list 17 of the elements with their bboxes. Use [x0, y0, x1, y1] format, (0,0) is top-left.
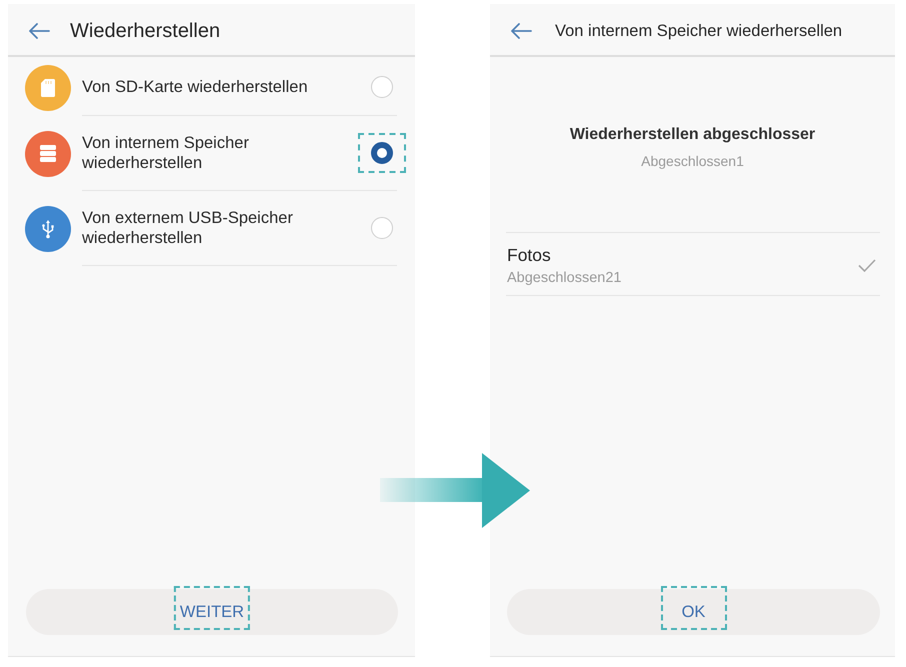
item-title: Fotos	[507, 245, 552, 265]
item-status: Abgeschlossen21	[507, 270, 622, 286]
screen-title: Von internem Speicher wiederhersellen	[555, 22, 842, 40]
option-label: Von internem Speicher wiederherstellen	[82, 133, 250, 173]
screen-title: Wiederherstellen	[70, 20, 220, 42]
right-arrow-icon	[380, 453, 530, 528]
result-title: Wiederherstellen abgeschlosser	[570, 125, 816, 145]
ok-button[interactable]: OK	[507, 589, 880, 635]
option-label: Von externem USB-Speicher wiederherstellen	[82, 208, 294, 248]
next-button[interactable]: WEITER	[26, 589, 398, 635]
option-label: Von SD-Karte wiederherstellen	[82, 77, 308, 97]
back-arrow-icon	[28, 23, 50, 39]
radio-button[interactable]	[371, 142, 393, 164]
result-subtitle: Abgeschlossen1	[641, 153, 744, 169]
back-button[interactable]	[28, 23, 50, 39]
back-button[interactable]	[510, 23, 532, 39]
back-arrow-icon	[510, 23, 532, 39]
